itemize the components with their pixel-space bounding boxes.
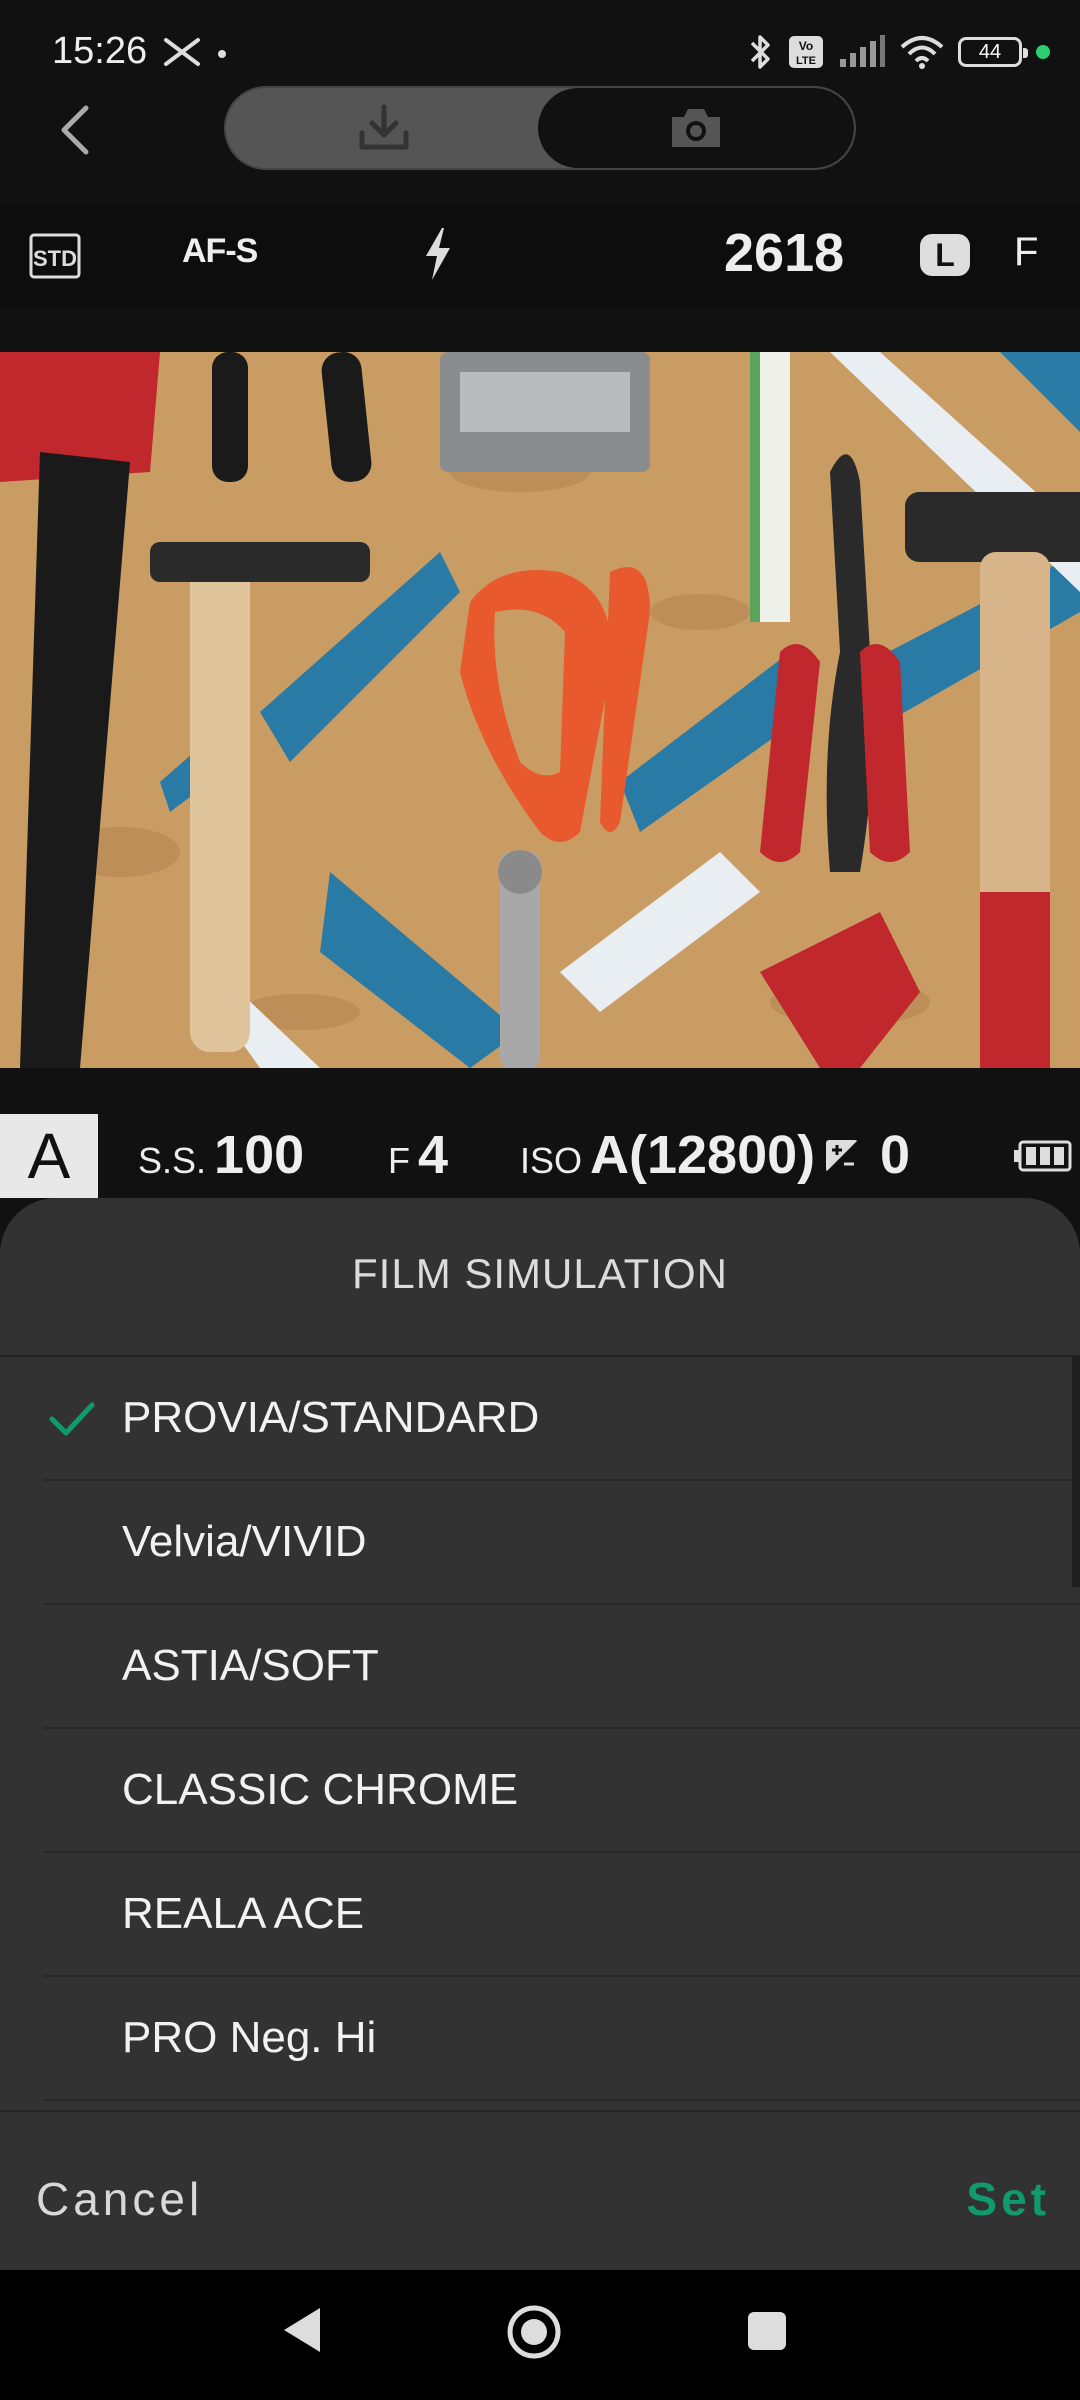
privacy-indicator-dot [1036, 45, 1050, 59]
flash-icon [426, 228, 450, 280]
exposure-compensation-value: 0 [880, 1125, 911, 1185]
aperture-label: F [388, 1140, 410, 1181]
set-button[interactable]: Set [966, 2172, 1050, 2226]
iso-label: ISO [520, 1140, 583, 1181]
notification-dot [218, 50, 226, 58]
list-item[interactable]: PRO Neg. Hi [0, 1977, 1080, 2101]
list-item-label: REALA ACE [122, 1889, 365, 1938]
shots-remaining: 2618 [724, 223, 845, 283]
battery-indicator: 44 [958, 37, 1028, 67]
volte-icon: Vo LTE [789, 36, 823, 68]
wifi-icon [900, 36, 944, 69]
tab-download[interactable] [226, 88, 542, 168]
aperture: F 4 [388, 1124, 448, 1186]
bluetooth-icon [750, 35, 770, 69]
exposure-compensation: 0 [880, 1124, 910, 1186]
list-item-label: PRO Neg. Hi [122, 2013, 377, 2062]
list-item-label: PROVIA/STANDARD [122, 1393, 540, 1442]
exposure-compensation-icon [826, 1140, 858, 1172]
cancel-button[interactable]: Cancel [36, 2172, 203, 2226]
list-scrollbar[interactable] [1072, 1357, 1080, 1587]
live-view-image [0, 352, 1080, 1068]
list-item[interactable]: PROVIA/STANDARD [0, 1357, 1080, 1481]
iso-value: A(12800) [590, 1125, 816, 1185]
list-item[interactable]: Velvia/VIVID [0, 1481, 1080, 1605]
nav-back-icon[interactable] [282, 2306, 322, 2354]
sheet-title: FILM SIMULATION [352, 1250, 728, 1297]
camera-info-bar [0, 206, 1080, 306]
shutter-speed-label: S.S. [138, 1140, 207, 1181]
shutter-speed: S.S. 100 [138, 1124, 304, 1186]
list-item-label: CLASSIC CHROME [122, 1765, 519, 1814]
list-item[interactable]: REALA ACE [0, 1853, 1080, 1977]
shutter-speed-value: 100 [214, 1125, 305, 1185]
list-item-label: Velvia/VIVID [122, 1517, 367, 1566]
film-simulation-std-icon: STD [29, 233, 81, 279]
divider [44, 2099, 1080, 2101]
nav-home-icon[interactable] [506, 2304, 562, 2360]
focus-mode: AF-S [182, 232, 258, 270]
image-size-badge: L [920, 234, 970, 276]
list-item[interactable]: CLASSIC CHROME [0, 1729, 1080, 1853]
data-saver-icon [164, 38, 200, 66]
nav-recents-icon[interactable] [748, 2312, 786, 2350]
svg-text:Vo: Vo [799, 39, 813, 53]
image-quality: F [1014, 230, 1039, 274]
svg-text:STD: STD [33, 246, 77, 271]
camera-icon [672, 109, 720, 147]
status-time: 15:26 [52, 30, 148, 72]
mode-switcher [224, 86, 856, 170]
iso: ISO A(12800) [520, 1124, 815, 1186]
aperture-value: 4 [418, 1125, 449, 1185]
svg-text:LTE: LTE [796, 55, 816, 67]
back-button[interactable] [50, 100, 100, 160]
list-item[interactable]: ASTIA/SOFT [0, 1605, 1080, 1729]
checkmark-icon [49, 1402, 95, 1436]
divider [0, 2110, 1080, 2112]
status-icons: Vo LTE 44 [748, 30, 1050, 74]
camera-battery-icon [1014, 1140, 1072, 1172]
film-simulation-list: PROVIA/STANDARD Velvia/VIVID ASTIA/SOFT … [0, 1357, 1080, 2101]
download-icon [359, 104, 409, 150]
exposure-mode: A [0, 1114, 98, 1198]
signal-icon [840, 35, 885, 67]
list-item-label: ASTIA/SOFT [122, 1641, 379, 1690]
tab-camera[interactable] [538, 88, 854, 168]
